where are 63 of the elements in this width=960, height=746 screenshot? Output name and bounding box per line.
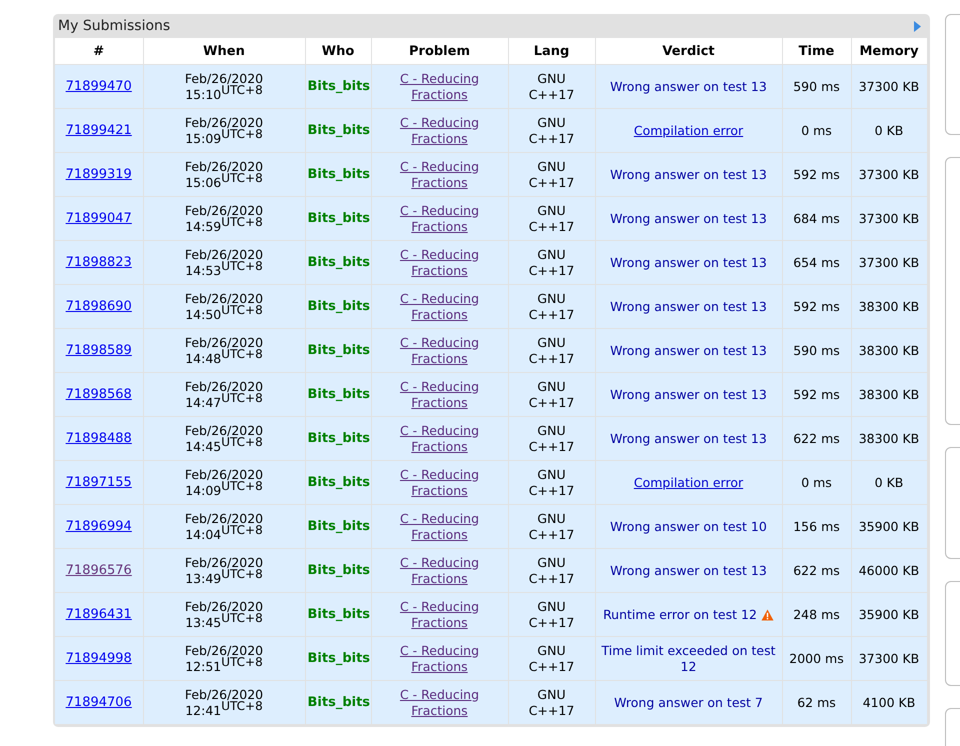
memory-value: 35900 KB	[858, 606, 920, 622]
memory-value: 0 KB	[874, 474, 904, 490]
time-value: 684 ms	[793, 210, 840, 226]
time-value: 592 ms	[793, 386, 840, 402]
verdict-text: Wrong answer on test 13	[610, 166, 767, 182]
language-text: GNU C++17	[528, 246, 576, 278]
memory-value: 38300 KB	[858, 342, 920, 358]
verdict-text: Wrong answer on test 13	[610, 298, 767, 314]
verdict-text: Wrong answer on test 13	[610, 430, 767, 446]
time-value: 654 ms	[793, 254, 840, 270]
language-text: GNU C++17	[528, 70, 576, 102]
verdict-text: Wrong answer on test 13	[610, 210, 767, 226]
language-text: GNU C++17	[528, 598, 576, 630]
time-value: 156 ms	[793, 518, 840, 534]
language-text: GNU C++17	[528, 202, 576, 234]
language-text: GNU C++17	[528, 334, 576, 366]
time-value: 62 ms	[797, 694, 836, 710]
language-text: GNU C++17	[528, 290, 576, 322]
language-text: GNU C++17	[528, 422, 576, 454]
time-value: 0 ms	[801, 122, 832, 138]
memory-value: 37300 KB	[858, 166, 920, 182]
language-text: GNU C++17	[528, 466, 576, 498]
memory-value: 37300 KB	[858, 210, 920, 226]
memory-value: 4100 KB	[862, 694, 916, 710]
memory-value: 37300 KB	[858, 254, 920, 270]
language-text: GNU C++17	[528, 378, 576, 410]
memory-value: 37300 KB	[858, 78, 920, 94]
verdict-text: Wrong answer on test 13	[610, 386, 767, 402]
verdict-text: Runtime error on test 12	[603, 606, 757, 622]
time-value: 2000 ms	[789, 650, 844, 666]
time-value: 590 ms	[793, 342, 840, 358]
memory-value: 38300 KB	[858, 298, 920, 314]
time-value: 590 ms	[793, 78, 840, 94]
verdict-text: Wrong answer on test 13	[610, 562, 767, 578]
verdict-text: Wrong answer on test 13	[610, 78, 767, 94]
verdict-text: Wrong answer on test 10	[610, 518, 767, 534]
memory-value: 46000 KB	[858, 562, 920, 578]
verdict-link[interactable]: Compilation error	[634, 122, 744, 138]
language-text: GNU C++17	[528, 510, 576, 542]
language-text: GNU C++17	[528, 686, 576, 718]
verdict-text: Wrong answer on test 13	[610, 254, 767, 270]
language-text: GNU C++17	[528, 114, 576, 146]
verdict-text: Wrong answer on test 13	[610, 342, 767, 358]
time-value: 248 ms	[793, 606, 840, 622]
warning-icon	[760, 608, 774, 620]
time-value: 622 ms	[793, 562, 840, 578]
memory-value: 37300 KB	[858, 650, 920, 666]
triangle-icon[interactable]	[912, 20, 922, 32]
memory-value: 38300 KB	[858, 386, 920, 402]
language-text: GNU C++17	[528, 554, 576, 586]
time-value: 592 ms	[793, 166, 840, 182]
verdict-text: Time limit exceeded on test 12	[600, 642, 777, 674]
time-value: 622 ms	[793, 430, 840, 446]
language-text: GNU C++17	[528, 158, 576, 190]
memory-value: 38300 KB	[858, 430, 920, 446]
verdict-text: Wrong answer on test 7	[614, 694, 763, 710]
verdict-link[interactable]: Compilation error	[634, 474, 744, 490]
time-value: 0 ms	[801, 474, 832, 490]
memory-value: 0 KB	[874, 122, 904, 138]
panel-title: My Submissions	[58, 18, 170, 34]
time-value: 592 ms	[793, 298, 840, 314]
language-text: GNU C++17	[528, 642, 576, 674]
memory-value: 35900 KB	[858, 518, 920, 534]
